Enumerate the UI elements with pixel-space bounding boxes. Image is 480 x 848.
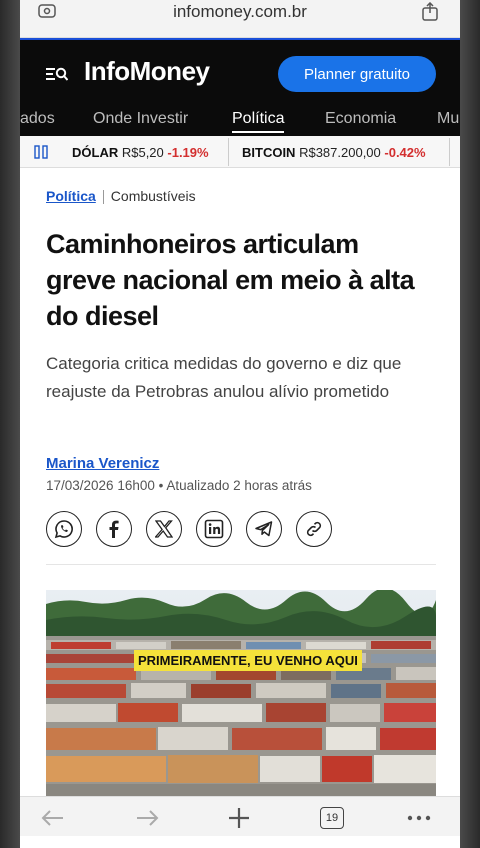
subcategory-label[interactable]: Combustíveis xyxy=(111,188,196,204)
article-subtitle: Categoria critica medidas do governo e d… xyxy=(46,354,402,401)
ticker-name: BITCOIN xyxy=(242,145,296,160)
x-share-button[interactable] xyxy=(146,511,182,547)
copy-link-button[interactable] xyxy=(296,511,332,547)
ticker-value: R$387.200,00 xyxy=(299,145,381,160)
site-header: InfoMoney Planner gratuito xyxy=(20,38,460,106)
planner-gratuito-button[interactable]: Planner gratuito xyxy=(278,56,436,92)
ticker-value: R$5,20 xyxy=(121,145,164,160)
ticker-dolar[interactable]: DÓLAR R$5,20 -1.19% xyxy=(72,145,209,160)
nav-item-more[interactable]: Mu xyxy=(437,110,459,128)
infomoney-logo[interactable]: InfoMoney xyxy=(84,56,210,87)
ticker-name: DÓLAR xyxy=(72,145,119,160)
article-video-thumbnail[interactable]: PRIMEIRAMENTE, EU VENHO AQUI xyxy=(46,590,436,796)
whatsapp-icon xyxy=(54,520,73,539)
ticker-change: -0.42% xyxy=(384,145,426,160)
nav-item-politica[interactable]: Política xyxy=(232,110,285,133)
pause-icon[interactable] xyxy=(34,145,48,159)
section-divider xyxy=(46,564,436,565)
nav-item-economia[interactable]: Economia xyxy=(325,110,396,128)
forward-arrow-icon[interactable] xyxy=(134,805,160,831)
ticker-change: -1.19% xyxy=(167,145,209,160)
ticker-divider xyxy=(228,138,229,166)
video-caption: PRIMEIRAMENTE, EU VENHO AQUI xyxy=(134,650,362,671)
article: Política Combustíveis Caminhoneiros artic… xyxy=(20,168,460,796)
share-icon[interactable] xyxy=(420,2,440,22)
share-buttons xyxy=(46,511,332,547)
market-ticker: DÓLAR R$5,20 -1.19% BITCOIN R$387.200,00… xyxy=(20,136,460,168)
nav-item-onde-investir[interactable]: Onde Investir xyxy=(93,110,188,128)
browser-bottom-toolbar: 19 xyxy=(20,796,460,836)
linkedin-icon xyxy=(204,519,224,539)
telegram-icon xyxy=(255,521,273,537)
telegram-share-button[interactable] xyxy=(246,511,282,547)
link-icon xyxy=(306,521,322,537)
linkedin-share-button[interactable] xyxy=(196,511,232,547)
menu-search-icon[interactable] xyxy=(46,66,68,82)
category-link[interactable]: Política xyxy=(46,188,96,204)
back-arrow-icon[interactable] xyxy=(40,805,66,831)
nav-item-mercados[interactable]: ados xyxy=(20,110,55,128)
article-title: Caminhoneiros articulam greve nacional e… xyxy=(46,229,415,331)
article-meta: 17/03/2026 16h00 • Atualizado 2 horas at… xyxy=(46,478,312,493)
phone-screen: infomoney.com.br InfoMoney Planner gratu… xyxy=(0,0,480,848)
facebook-share-button[interactable] xyxy=(96,511,132,547)
ticker-bitcoin[interactable]: BITCOIN R$387.200,00 -0.42% xyxy=(242,145,426,160)
tab-count-button[interactable]: 19 xyxy=(320,807,344,829)
ticker-divider xyxy=(449,138,450,166)
url-text[interactable]: infomoney.com.br xyxy=(20,2,460,22)
facebook-icon xyxy=(109,520,119,538)
section-nav: ados Onde Investir Política Economia Mu xyxy=(20,106,460,136)
new-tab-plus-icon[interactable] xyxy=(226,805,252,831)
whatsapp-share-button[interactable] xyxy=(46,511,82,547)
author-link[interactable]: Marina Verenicz xyxy=(46,455,159,472)
x-icon xyxy=(155,520,173,538)
trucks-photo xyxy=(46,590,436,796)
browser-url-bar[interactable]: infomoney.com.br xyxy=(20,0,460,38)
breadcrumb-separator xyxy=(102,190,104,205)
breadcrumb: Política Combustíveis xyxy=(46,188,196,205)
more-options-icon[interactable] xyxy=(406,805,432,831)
